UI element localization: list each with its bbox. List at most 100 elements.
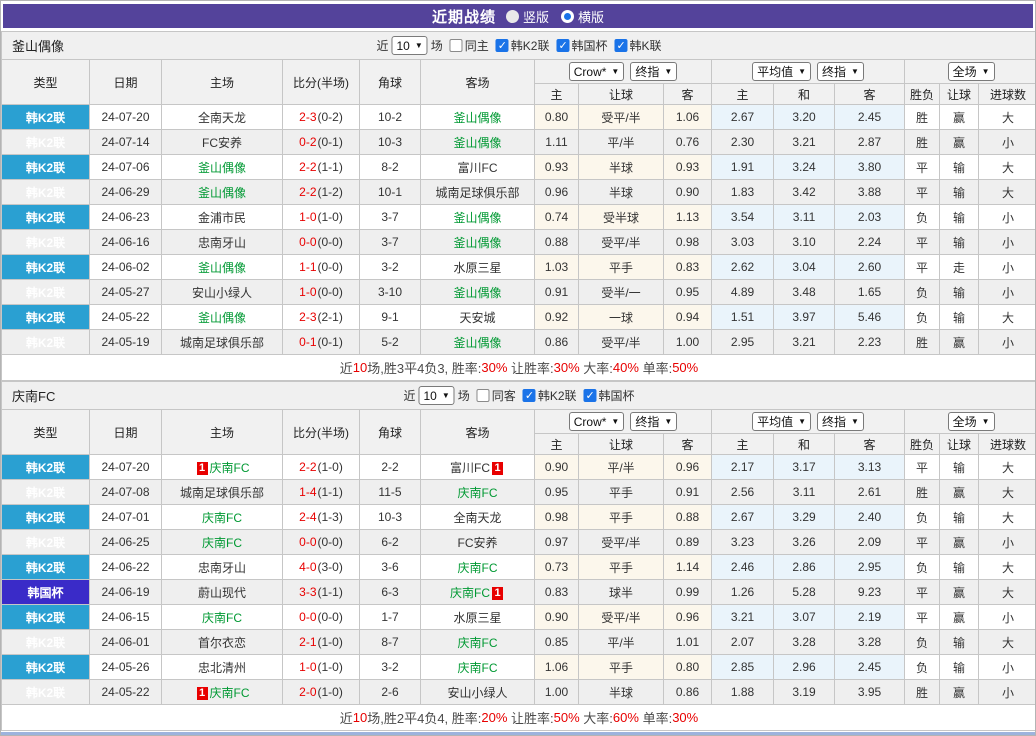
match-count-select[interactable]: 10 ▼	[418, 386, 455, 405]
bookmaker-select[interactable]: Crow* ▼	[568, 412, 625, 432]
team-link[interactable]: 釜山偶像	[453, 236, 501, 250]
odds-stage-select[interactable]: 终指 ▼	[630, 411, 678, 431]
odds-handicap: 平/半	[578, 629, 664, 655]
avg-away: 3.80	[834, 154, 906, 180]
odds-home: 0.93	[534, 154, 579, 180]
team-link[interactable]: 天安城	[459, 311, 495, 325]
odds-handicap: 一球	[578, 304, 664, 330]
halftime-score: (3-0)	[317, 560, 343, 574]
bookmaker-select[interactable]: Crow* ▼	[568, 62, 625, 82]
team-link[interactable]: 釜山偶像	[198, 261, 246, 275]
team-link[interactable]: 釜山偶像	[453, 211, 501, 225]
summary-text: 场,胜2平4负4, 胜率:	[367, 711, 482, 726]
league-type-cell: 韩K2联	[1, 529, 90, 555]
team-link[interactable]: 庆南FC	[450, 586, 490, 600]
team-link[interactable]: 庆南FC	[210, 461, 250, 475]
average-stage-select[interactable]: 终指 ▼	[817, 62, 864, 81]
avg-draw: 3.48	[773, 279, 836, 305]
team-link[interactable]: 忠南牙山	[198, 561, 246, 575]
team-link[interactable]: 水原三星	[453, 261, 501, 275]
match-row: 韩K2联 24-06-01 首尔衣恋 2-1(1-0) 8-7 庆南FC 0.85 平/半 1.…	[1, 629, 1035, 655]
avg-home: 2.62	[711, 254, 775, 280]
scope-select[interactable]: 全场 ▼	[947, 62, 995, 81]
odds-stage-select[interactable]: 终指 ▼	[630, 61, 678, 81]
team-link[interactable]: 城南足球俱乐部	[435, 186, 519, 200]
match-count-select[interactable]: 10 ▼	[391, 36, 428, 55]
same-venue-checkbox[interactable]: 同主	[449, 37, 489, 54]
team-link[interactable]: 城南足球俱乐部	[180, 486, 264, 500]
odds-stage-select-value: 终指	[635, 64, 660, 79]
team-link[interactable]: 釜山偶像	[453, 111, 501, 125]
scope-select[interactable]: 全场 ▼	[947, 412, 995, 431]
layout-radio-1[interactable]: 横版	[561, 7, 604, 26]
team-link[interactable]: 全南天龙	[453, 511, 501, 525]
avg-away: 3.13	[834, 454, 906, 480]
score-cell: 2-3(0-2)	[282, 104, 360, 130]
summary-text: 30%	[553, 360, 580, 375]
team-link[interactable]: 城南足球俱乐部	[180, 336, 264, 350]
chevron-down-icon: ▼	[664, 416, 673, 426]
same-venue-checkbox[interactable]: 同客	[476, 387, 516, 404]
avg-away: 2.23	[834, 329, 906, 355]
league-checkbox-1[interactable]: 韩国杯	[556, 37, 608, 54]
away-team-cell: 釜山偶像	[420, 229, 535, 255]
team-link[interactable]: 庆南FC	[458, 636, 498, 650]
chevron-down-icon: ▼	[441, 391, 450, 400]
avg-draw: 3.42	[773, 179, 836, 205]
team-link[interactable]: 釜山偶像	[453, 336, 501, 350]
team-link[interactable]: 庆南FC	[202, 511, 242, 525]
league-checkbox-0[interactable]: 韩K2联	[495, 37, 549, 54]
avg-away: 9.23	[834, 579, 906, 605]
team-link[interactable]: 釜山偶像	[198, 311, 246, 325]
league-checkbox-1[interactable]: 韩国杯	[583, 387, 635, 404]
home-team-cell: 首尔衣恋	[161, 629, 283, 655]
score-cell: 0-0(0-0)	[282, 604, 360, 630]
result-wdl: 负	[904, 654, 941, 680]
team-link[interactable]: 忠北清州	[198, 661, 246, 675]
average-stage-select[interactable]: 终指 ▼	[817, 412, 864, 431]
league-type-cell: 韩K2联	[1, 629, 90, 655]
average-select[interactable]: 平均值 ▼	[752, 412, 812, 431]
team-link[interactable]: 金浦市民	[198, 211, 246, 225]
filter-bar: 近 10 ▼ 场 同客 韩K2联 韩国杯	[403, 386, 635, 405]
team-link[interactable]: 首尔衣恋	[198, 636, 246, 650]
team-link[interactable]: 庆南FC	[458, 661, 498, 675]
team-link[interactable]: 水原三星	[453, 611, 501, 625]
team-link[interactable]: 庆南FC	[458, 486, 498, 500]
team-link[interactable]: 全南天龙	[198, 111, 246, 125]
league-type-cell: 韩K2联	[1, 554, 90, 580]
team-link[interactable]: 富川FC	[458, 161, 498, 175]
team-link[interactable]: 庆南FC	[458, 561, 498, 575]
team-link[interactable]: 釜山偶像	[198, 186, 246, 200]
team-link[interactable]: 忠南牙山	[198, 236, 246, 250]
league-checkbox-2[interactable]: 韩K联	[614, 37, 662, 54]
corner-cell: 11-5	[359, 479, 421, 505]
result-handicap: 赢	[939, 329, 980, 355]
average-select-value: 平均值	[757, 65, 794, 79]
team-link[interactable]: FC安养	[202, 136, 242, 150]
team-link[interactable]: 釜山偶像	[453, 136, 501, 150]
team-link[interactable]: 釜山偶像	[453, 286, 501, 300]
team-name[interactable]: 庆南FC	[12, 386, 55, 405]
sub-column-header: 让球	[578, 433, 664, 455]
league-checkbox-0[interactable]: 韩K2联	[522, 387, 577, 404]
halftime-score: (1-3)	[317, 510, 343, 524]
team-link[interactable]: 安山小绿人	[447, 686, 507, 700]
avg-draw: 3.17	[773, 454, 836, 480]
result-wdl: 负	[904, 279, 941, 305]
team-link[interactable]: 釜山偶像	[198, 161, 246, 175]
avg-home: 1.91	[711, 154, 775, 180]
team-name[interactable]: 釜山偶像	[12, 36, 64, 55]
team-link[interactable]: FC安养	[458, 536, 498, 550]
result-goals: 小	[978, 604, 1035, 630]
average-select[interactable]: 平均值 ▼	[752, 62, 812, 81]
team-link[interactable]: 安山小绿人	[192, 286, 252, 300]
corner-cell: 10-3	[359, 129, 421, 155]
team-link[interactable]: 庆南FC	[202, 611, 242, 625]
team-link[interactable]: 蔚山现代	[198, 586, 246, 600]
layout-radio-0[interactable]: 竖版	[505, 7, 549, 26]
team-link[interactable]: 富川FC	[450, 461, 490, 475]
team-link[interactable]: 庆南FC	[202, 536, 242, 550]
team-link[interactable]: 庆南FC	[210, 686, 250, 700]
result-wdl: 平	[904, 229, 941, 255]
